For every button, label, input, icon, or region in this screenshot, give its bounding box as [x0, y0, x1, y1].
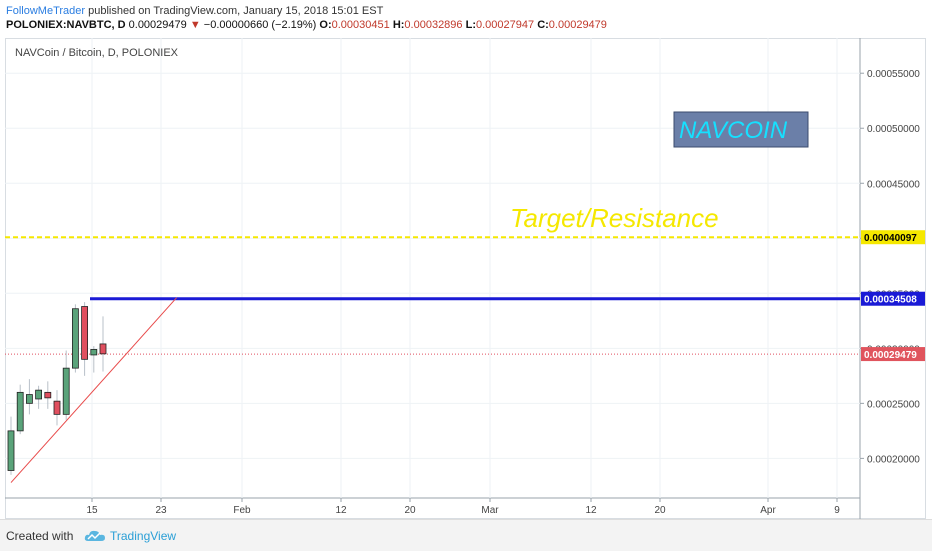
candle-body [53, 400, 61, 415]
price-tick-label: 0.00055000 [867, 69, 920, 80]
candle-body [44, 391, 52, 399]
symbol-label: POLONIEX:NAVBTC, D [6, 19, 126, 31]
time-tick-label: 12 [335, 505, 347, 516]
time-tick-label: Feb [233, 505, 251, 516]
down-arrow-icon: ▼ [189, 19, 201, 31]
time-tick-label: 9 [834, 505, 840, 516]
change-value: −0.00000660 (−2.19%) [203, 19, 317, 31]
created-with-label: Created with [6, 529, 74, 543]
close-value: 0.00029479 [548, 19, 607, 31]
low-value: 0.00027947 [476, 19, 535, 31]
chart-border [5, 38, 926, 519]
candle-body [7, 430, 15, 471]
high-label: H: [392, 19, 405, 31]
time-tick-label: 23 [155, 505, 167, 516]
annotation-navcoin: NAVCOIN [679, 117, 788, 144]
price-tick-label: 0.00025000 [867, 399, 920, 410]
time-tick-label: 20 [654, 505, 666, 516]
open-label: O: [319, 19, 332, 31]
footer: Created with TradingView [0, 519, 932, 551]
chart-title: NAVCoin / Bitcoin, D, POLONIEX [15, 47, 179, 59]
price-label: 0.00029479 [864, 350, 917, 361]
published-text: published on TradingView.com, January 15… [88, 5, 384, 17]
price-label: 0.00040097 [864, 233, 917, 244]
candle-body [16, 391, 24, 432]
tradingview-cloud-icon [84, 530, 105, 541]
annotation-target-resistance: Target/Resistance [510, 203, 719, 233]
open-value: 0.00030451 [331, 19, 390, 31]
price-tick-label: 0.00050000 [867, 124, 920, 135]
ohlc-readout: POLONIEX:NAVBTC, D 0.00029479 ▼ −0.00000… [6, 17, 607, 33]
candle-body [99, 343, 107, 355]
candle-body [25, 394, 33, 404]
candle-up [16, 384, 24, 435]
time-tick-label: 20 [404, 505, 416, 516]
candle-body [72, 308, 79, 369]
tradingview-brand-link[interactable]: TradingView [110, 529, 176, 543]
candle-up [72, 304, 79, 373]
last-price: 0.00029479 [128, 19, 187, 31]
candle-body [62, 367, 70, 415]
candle-body [81, 306, 88, 360]
price-chart[interactable]: 0.000200000.000250000.000300000.00035000… [5, 38, 926, 519]
time-tick-label: Apr [760, 505, 776, 516]
low-label: L: [465, 19, 476, 31]
price-tick-label: 0.00045000 [867, 179, 920, 190]
time-tick-label: 15 [86, 505, 98, 516]
chart-frame[interactable]: 0.000200000.000250000.000300000.00035000… [5, 38, 926, 519]
time-tick-label: 12 [585, 505, 597, 516]
price-label: 0.00034508 [864, 295, 917, 306]
candle-body [35, 389, 43, 400]
time-tick-label: Mar [481, 505, 499, 516]
price-tick-label: 0.00020000 [867, 454, 920, 465]
high-value: 0.00032896 [404, 19, 463, 31]
candle-body [90, 349, 98, 356]
close-label: C: [537, 19, 549, 31]
author-link[interactable]: FollowMeTrader [6, 5, 85, 17]
